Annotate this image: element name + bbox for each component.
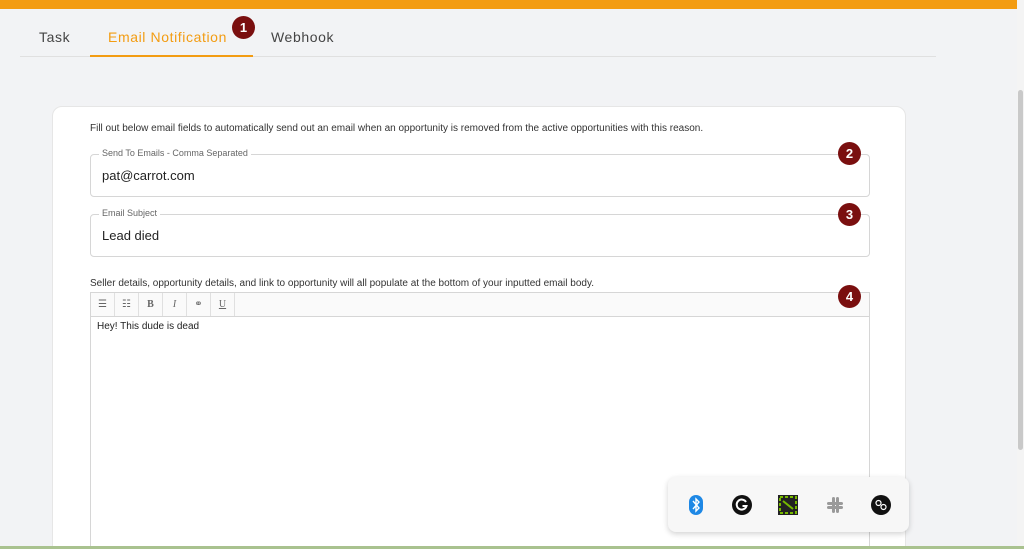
email-subject-field[interactable]: Email Subject xyxy=(90,208,870,257)
bulleted-list-icon[interactable]: ☰ xyxy=(91,293,115,316)
grammarly-icon[interactable] xyxy=(731,494,753,516)
send-to-emails-field[interactable]: Send To Emails - Comma Separated xyxy=(90,148,870,197)
top-accent-bar xyxy=(0,0,1018,9)
nvidia-icon[interactable] xyxy=(777,494,799,516)
slack-icon[interactable] xyxy=(824,494,846,516)
system-tray-popup xyxy=(668,477,909,532)
bluetooth-icon[interactable] xyxy=(685,494,707,516)
step-badge-2: 2 xyxy=(838,142,861,165)
tab-webhook[interactable]: Webhook xyxy=(271,29,334,45)
email-subject-input[interactable] xyxy=(102,228,802,243)
numbered-list-icon[interactable]: ☷ xyxy=(115,293,139,316)
bold-icon[interactable]: B xyxy=(139,293,163,316)
email-subject-label: Email Subject xyxy=(99,208,161,218)
tab-bar: Task Email Notification Webhook xyxy=(20,20,936,57)
send-to-emails-input[interactable] xyxy=(102,168,802,183)
tab-email-notification[interactable]: Email Notification xyxy=(108,29,227,45)
email-body-text[interactable]: Hey! This dude is dead xyxy=(97,321,199,332)
step-badge-4: 4 xyxy=(838,285,861,308)
editor-toolbar: ☰ ☷ B I ⚭ U xyxy=(90,292,870,316)
step-badge-1: 1 xyxy=(232,16,255,39)
tab-task[interactable]: Task xyxy=(39,29,70,45)
step-badge-3: 3 xyxy=(838,203,861,226)
italic-icon[interactable]: I xyxy=(163,293,187,316)
scrollbar-thumb[interactable] xyxy=(1018,90,1023,450)
link-icon[interactable]: ⚭ xyxy=(187,293,211,316)
active-tab-indicator xyxy=(90,55,253,57)
underline-icon[interactable]: U xyxy=(211,293,235,316)
send-to-emails-label: Send To Emails - Comma Separated xyxy=(99,148,251,158)
bang-olufsen-icon[interactable] xyxy=(870,494,892,516)
email-body-hint: Seller details, opportunity details, and… xyxy=(90,278,594,289)
intro-text: Fill out below email fields to automatic… xyxy=(90,123,704,134)
